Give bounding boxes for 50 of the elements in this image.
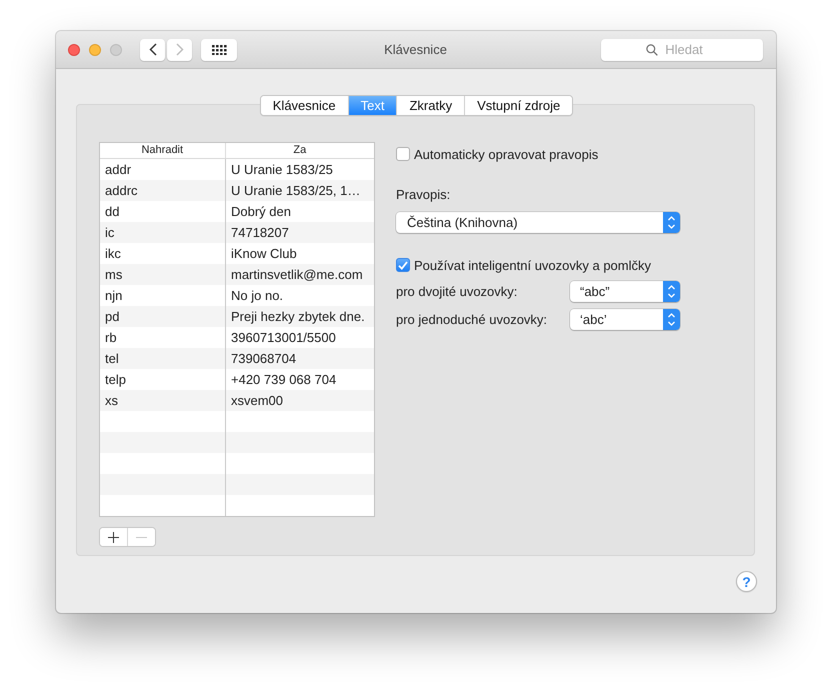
close-window-icon[interactable] (68, 44, 80, 56)
quotes-popup[interactable]: “abc” (570, 281, 680, 302)
table-row[interactable]: addrc U Uranie 1583/25, 1… (100, 180, 374, 201)
table-cell-text: rb (104, 329, 118, 347)
back-button[interactable] (140, 38, 165, 60)
chevron-left-icon (148, 43, 156, 56)
help-button[interactable]: ? (736, 571, 757, 592)
table-row[interactable]: ic 74718207 (100, 222, 374, 243)
checkmark-icon (398, 260, 408, 270)
column-header[interactable]: Za (224, 143, 374, 158)
table-cell-text: xs (104, 392, 119, 410)
tab[interactable]: Zkratky (396, 96, 464, 115)
spelling-popup[interactable]: Čeština (Knihovna) (396, 212, 680, 233)
table-cell-text: ms (104, 266, 124, 284)
table-cell-text: tel (104, 350, 120, 368)
minus-icon (136, 536, 147, 538)
table-cell-text: ic (104, 224, 116, 242)
plus-icon (108, 532, 119, 542)
chevron-right-icon (176, 43, 184, 56)
table-cell-text: addr (104, 161, 132, 179)
checkbox-label: Automaticky opravovat pravopis (414, 146, 598, 162)
spelling-label: Pravopis: (396, 187, 450, 203)
table-cell-text: ikc (104, 245, 122, 263)
tab[interactable]: Vstupní zdroje (464, 96, 572, 115)
updown-chevron-icon (663, 309, 680, 330)
updown-chevron-icon (663, 281, 680, 302)
table-cell-text: addrc (104, 182, 139, 200)
field-label: pro dvojité uvozovky: (396, 284, 518, 299)
table-row[interactable]: tel 739068704 (100, 348, 374, 369)
column-header[interactable]: Nahradit (100, 143, 225, 158)
table-cell-text: dd (104, 203, 120, 221)
show-all-button[interactable] (201, 38, 237, 60)
updown-chevron-icon (663, 212, 680, 233)
tab[interactable]: Klávesnice (260, 96, 348, 115)
quotes-popup[interactable]: ‘abc’ (570, 309, 680, 330)
table-cell-text: telp (104, 371, 127, 389)
table-row[interactable]: pd Preji hezky zbytek dne. (100, 306, 374, 327)
search-field[interactable]: Hledat (601, 38, 763, 60)
checkbox[interactable] (396, 258, 410, 272)
checkbox-label: Používat inteligentní uvozovky a pomlčky (414, 258, 652, 272)
grid-icon (212, 44, 226, 54)
field-label: pro jednoduché uvozovky: (396, 312, 548, 327)
search-icon (646, 44, 658, 56)
table-cell-text: njn (104, 287, 124, 305)
checkbox[interactable] (396, 147, 410, 161)
minimize-window-icon[interactable] (89, 44, 101, 56)
table-cell-text: pd (104, 308, 120, 326)
table-row[interactable]: xs xsvem00 (100, 390, 374, 411)
window-title: Klávesnice (384, 42, 447, 57)
table-row[interactable]: ms martinsvetlik@me.com (100, 264, 374, 285)
